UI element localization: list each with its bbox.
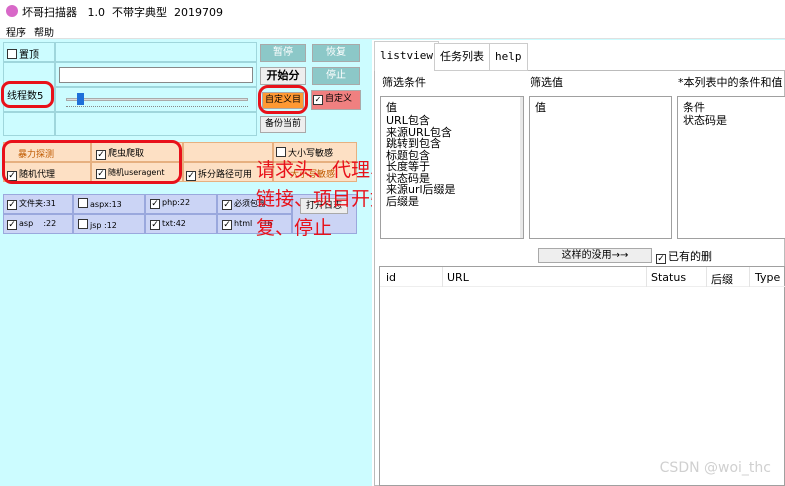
list-scrollbar[interactable] xyxy=(520,97,523,238)
options-highlight xyxy=(2,140,182,184)
dict-cell: ✓ 文件夹:31 xyxy=(3,194,73,214)
split-checkbox[interactable]: ✓ 拆分路径可用 xyxy=(186,167,252,181)
custom-check-cell[interactable]: ✓ 自定义 xyxy=(311,90,361,110)
checkbox-checked-icon: ✓ xyxy=(186,171,196,181)
dict-label: aspx:13 xyxy=(90,200,122,209)
checkbox-checked-icon: ✓ xyxy=(150,199,160,209)
dict-folder-checkbox[interactable]: ✓ 文件夹:31 xyxy=(7,198,56,210)
list-item: 条件 xyxy=(683,101,705,114)
blank-cell xyxy=(55,42,257,62)
col-divider xyxy=(706,267,707,287)
condition-list-2[interactable]: 条件 状态码是 xyxy=(677,96,785,239)
dict-aspx-checkbox[interactable]: aspx:13 xyxy=(78,198,122,209)
start-button[interactable]: 开始分 xyxy=(260,67,306,85)
dict-label: 文件夹:31 xyxy=(19,199,56,208)
title-bar: 坏哥扫描器 1.0 不带字典型 2019709 xyxy=(0,0,785,22)
backup-button[interactable]: 备份当前 xyxy=(260,116,306,133)
url-input[interactable] xyxy=(59,67,253,83)
thread-slider-thumb[interactable] xyxy=(77,93,84,105)
col-id[interactable]: id xyxy=(386,271,396,284)
url-cell xyxy=(55,62,257,87)
empty-cell-2 xyxy=(55,112,257,136)
dict-jsp-checkbox[interactable]: jsp :12 xyxy=(78,219,117,230)
thread-slider-track xyxy=(66,98,248,101)
tab-help[interactable]: help xyxy=(489,43,528,71)
col-suffix[interactable]: 后缀 xyxy=(711,271,733,287)
checkbox-checked-icon: ✓ xyxy=(222,200,232,210)
checkbox-icon xyxy=(7,49,17,59)
list-item[interactable]: URL包含 xyxy=(381,115,523,127)
col-type[interactable]: Type xyxy=(755,271,780,284)
pin-cell: 置顶 xyxy=(3,42,55,62)
col-url[interactable]: URL xyxy=(447,271,469,284)
col-status[interactable]: Status xyxy=(651,271,686,284)
checkbox-checked-icon: ✓ xyxy=(150,220,160,230)
list-item: 值 xyxy=(386,101,397,114)
list-item[interactable]: 来源url后缀是 xyxy=(381,184,523,196)
watermark: CSDN @woi_thc xyxy=(659,460,771,476)
filter-val-header: 筛选值 xyxy=(530,76,563,89)
dict-cell: ✓ txt:42 xyxy=(145,214,217,234)
existing-delete-label: 已有的删 xyxy=(668,250,712,263)
existing-delete-checkbox[interactable]: ✓ 已有的删 xyxy=(656,248,712,264)
checkbox-icon xyxy=(78,198,88,208)
col-divider xyxy=(646,267,647,287)
apply-useless-button[interactable]: 这样的没用→→ xyxy=(538,248,652,263)
value-list[interactable]: 值 xyxy=(529,96,672,239)
stop-button[interactable]: 停止 xyxy=(312,67,360,85)
dict-asp-checkbox[interactable]: ✓ asp :22 xyxy=(7,219,56,230)
resume-button[interactable]: 恢复 xyxy=(312,44,360,62)
pin-checkbox[interactable]: 置顶 xyxy=(7,46,39,61)
checkbox-checked-icon: ✓ xyxy=(7,200,17,210)
dict-label: asp :22 xyxy=(19,219,57,228)
custom-check-label: 自定义 xyxy=(325,94,353,104)
result-table[interactable]: id URL Status 后缀 Type xyxy=(379,266,785,486)
list-item: 值 xyxy=(535,101,546,114)
list-item[interactable]: 长度等于 xyxy=(381,161,523,173)
list-item[interactable]: 后缀是 xyxy=(381,195,523,208)
empty-cell xyxy=(3,112,55,136)
threads-highlight xyxy=(1,81,54,108)
dict-label: txt:42 xyxy=(162,219,186,228)
tab-task-list[interactable]: 任务列表 xyxy=(434,43,490,71)
checkbox-checked-icon: ✓ xyxy=(7,220,17,230)
menu-bar: 程序 帮助 xyxy=(0,22,785,39)
checkbox-checked-icon: ✓ xyxy=(656,254,666,264)
note-header: *本列表中的条件和值 xyxy=(678,76,783,89)
col-divider xyxy=(749,267,750,287)
checkbox-checked-icon: ✓ xyxy=(222,220,232,230)
list-item[interactable]: 跳转到包含 xyxy=(381,138,523,150)
list-item[interactable]: 状态码是 xyxy=(678,115,785,127)
app-icon xyxy=(6,5,18,17)
condition-list[interactable]: 值 URL包含 来源URL包含 跳转到包含 标题包含 长度等于 状态码是 来源u… xyxy=(380,96,524,239)
dict-txt-checkbox[interactable]: ✓ txt:42 xyxy=(150,219,186,230)
menu-help[interactable]: 帮助 xyxy=(34,24,54,39)
checkbox-icon xyxy=(78,219,88,229)
menu-program[interactable]: 程序 xyxy=(6,24,26,39)
dict-cell: aspx:13 xyxy=(73,194,145,214)
split-label: 拆分路径可用 xyxy=(198,170,253,180)
dict-cell: ✓ php:22 xyxy=(145,194,217,214)
dict-cell: jsp :12 xyxy=(73,214,145,234)
dict-label: jsp :12 xyxy=(90,221,117,230)
checkbox-checked-icon: ✓ xyxy=(313,95,323,105)
pin-label: 置顶 xyxy=(19,50,39,61)
filter-cond-header: 筛选条件 xyxy=(382,76,426,89)
tab-listview[interactable]: listview xyxy=(374,41,439,71)
custom-dir-highlight xyxy=(258,85,308,114)
dict-php-checkbox[interactable]: ✓ php:22 xyxy=(150,198,190,209)
slider-ticks xyxy=(66,106,248,108)
window-title: 坏哥扫描器 1.0 不带字典型 2019709 xyxy=(22,6,223,19)
dict-label: php:22 xyxy=(162,198,191,207)
pause-button[interactable]: 暂停 xyxy=(260,44,306,62)
col-divider xyxy=(442,267,443,287)
slider-cell xyxy=(55,87,257,112)
dict-cell: ✓ asp :22 xyxy=(3,214,73,234)
